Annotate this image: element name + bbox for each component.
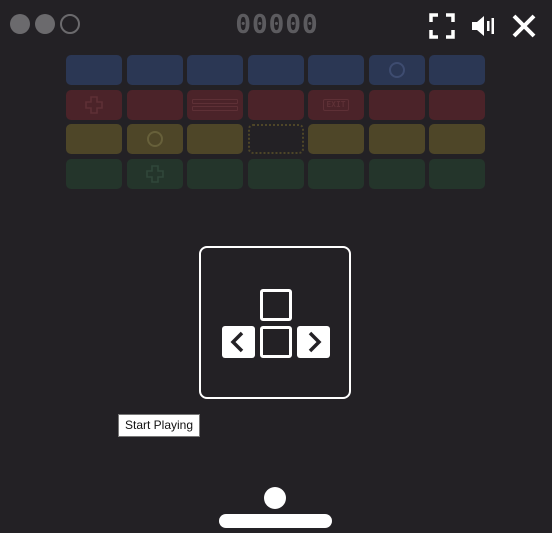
blue-brick [429, 55, 485, 85]
ball [264, 487, 286, 509]
red-brick [66, 89, 122, 120]
circle-powerup-icon [388, 62, 405, 78]
green-brick [126, 158, 183, 189]
sound-toggle-button[interactable] [470, 13, 496, 39]
close-icon [512, 14, 536, 38]
green-brick [429, 158, 485, 189]
red-brick [429, 89, 485, 120]
yellow-brick [187, 124, 243, 154]
life-icon [10, 14, 30, 34]
empty-brick-slot [247, 124, 304, 154]
circle-powerup-icon [146, 131, 163, 147]
volume-icon [472, 16, 494, 36]
down-arrow-key [260, 326, 292, 358]
green-brick [308, 158, 364, 189]
multi-brick-icon [192, 98, 238, 111]
green-brick [368, 158, 425, 189]
paddle[interactable] [219, 514, 332, 528]
start-playing-tooltip: Start Playing [118, 414, 201, 437]
left-arrow-key [222, 326, 255, 358]
red-brick [368, 89, 425, 120]
blue-brick [187, 55, 243, 85]
green-brick [66, 158, 122, 189]
lives-indicator [10, 14, 80, 34]
blue-brick [368, 55, 425, 85]
close-button[interactable] [511, 13, 537, 39]
chevron-right-icon [308, 331, 322, 353]
plus-powerup-icon [85, 95, 103, 114]
exit-brick-label: EXIT [323, 98, 349, 111]
yellow-brick [429, 124, 485, 154]
yellow-brick [126, 124, 183, 154]
brick-wall: EXIT [66, 55, 485, 189]
blue-brick [126, 55, 183, 85]
red-brick [126, 89, 183, 120]
life-icon [35, 14, 55, 34]
up-arrow-key [260, 289, 292, 321]
controls-hint-panel[interactable] [199, 246, 351, 399]
yellow-brick [308, 124, 364, 154]
red-brick [187, 89, 243, 120]
right-arrow-key [297, 326, 330, 358]
fullscreen-icon [429, 13, 455, 39]
red-brick: EXIT [308, 89, 364, 120]
plus-powerup-icon [145, 164, 164, 183]
score-counter: 00000 [235, 10, 319, 40]
yellow-brick [66, 124, 122, 154]
chevron-left-icon [230, 331, 244, 353]
yellow-brick [368, 124, 425, 154]
fullscreen-button[interactable] [429, 13, 455, 39]
blue-brick [66, 55, 122, 85]
green-brick [247, 158, 304, 189]
red-brick [247, 89, 304, 120]
blue-brick [308, 55, 364, 85]
green-brick [187, 158, 243, 189]
blue-brick [247, 55, 304, 85]
life-lost-icon [60, 14, 80, 34]
